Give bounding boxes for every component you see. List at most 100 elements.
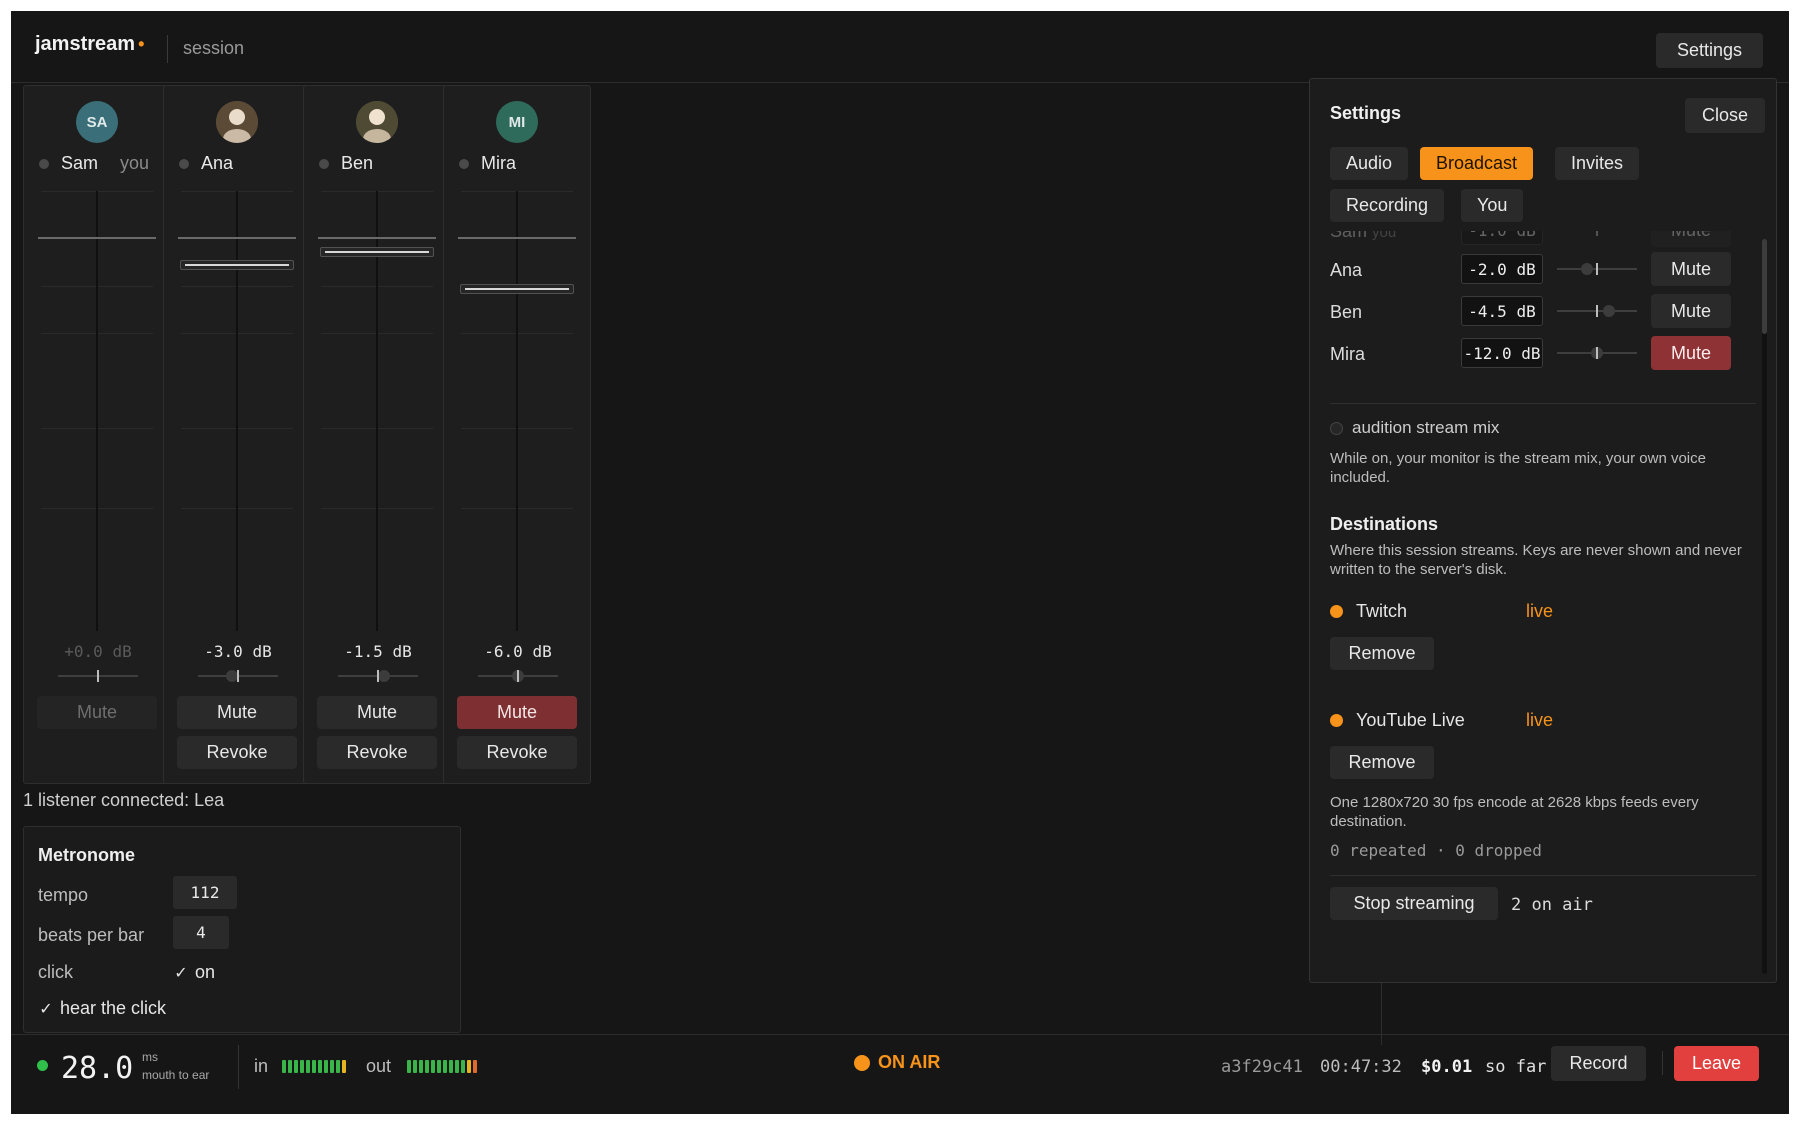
hear-click-label: hear the click	[60, 998, 167, 1018]
volume-fader[interactable]	[178, 191, 296, 631]
pan-slider[interactable]	[58, 670, 138, 682]
listener-status: 1 listener connected: Lea	[23, 790, 225, 810]
mute-button[interactable]: Mute	[457, 696, 577, 729]
remove-twitch-button[interactable]: Remove	[1330, 637, 1434, 670]
pan-slider[interactable]	[198, 670, 278, 682]
tab-broadcast[interactable]: Broadcast	[1420, 147, 1534, 180]
revoke-button[interactable]: Revoke	[317, 736, 437, 769]
revoke-button[interactable]: Revoke	[457, 736, 577, 769]
mix-mute-button[interactable]: Mute	[1651, 294, 1731, 328]
tab-recording[interactable]: Recording	[1330, 189, 1445, 222]
destination-name: YouTube Live	[1356, 710, 1465, 730]
mute-button[interactable]: Mute	[177, 696, 297, 729]
status-bar: 28.0 ms mouth to ear in out ON AIR a3f29…	[11, 1034, 1789, 1114]
mix-pan-slider[interactable]	[1557, 347, 1637, 359]
output-level-meter	[407, 1060, 477, 1073]
person-photo-icon	[216, 101, 258, 143]
mute-button[interactable]: Mute	[37, 696, 157, 729]
click-toggle[interactable]: ✓ on	[173, 962, 215, 983]
volume-fader[interactable]	[38, 191, 156, 631]
audition-label: audition stream mix	[1352, 418, 1500, 437]
mix-mute-button[interactable]: Mute	[1651, 252, 1731, 286]
footer-divider	[238, 1045, 239, 1089]
click-label: click	[38, 962, 73, 982]
divider	[1330, 875, 1756, 876]
remove-youtube-button[interactable]: Remove	[1330, 746, 1434, 779]
pan-slider[interactable]	[338, 670, 418, 682]
channel-db-value: -6.0 dB	[484, 642, 552, 661]
tab-audio[interactable]: Audio	[1330, 147, 1409, 180]
session-id: a3f29c41	[1221, 1057, 1303, 1077]
avatar: SA	[76, 101, 118, 143]
channel-name: Ana	[201, 153, 234, 173]
channel-name-row: Ben	[319, 153, 373, 174]
fader-handle[interactable]	[180, 259, 294, 270]
leave-button[interactable]: Leave	[1674, 1046, 1759, 1081]
volume-fader[interactable]	[318, 191, 436, 631]
fader-zero-mark	[38, 237, 156, 239]
latency-value: 28.0	[61, 1051, 134, 1086]
settings-button[interactable]: Settings	[1656, 33, 1763, 68]
stream-mix-row-ana: Ana -2.0 dB Mute	[1330, 252, 1740, 286]
avatar	[216, 101, 258, 143]
mix-db-input[interactable]: -1.0 dB	[1461, 231, 1543, 245]
mix-name: Sam you	[1330, 231, 1397, 241]
record-button[interactable]: Record	[1551, 1046, 1646, 1081]
fader-zero-mark	[178, 237, 296, 239]
tab-invites[interactable]: Invites	[1555, 147, 1640, 180]
elapsed-time: 00:47:32	[1320, 1057, 1402, 1077]
session-cost: $0.01	[1421, 1057, 1473, 1077]
status-dot	[459, 158, 469, 169]
live-status-dot	[1330, 714, 1343, 727]
channel-db-value: +0.0 dB	[64, 642, 132, 661]
volume-fader[interactable]	[458, 191, 576, 631]
metronome-panel: Metronome tempo 112 beats per bar 4 clic…	[23, 826, 461, 1033]
mix-mute-button[interactable]: Mute	[1651, 336, 1731, 370]
fader-zero-mark	[318, 237, 436, 239]
hear-click-checkbox[interactable]: ✓ hear the click	[38, 998, 166, 1019]
tempo-input[interactable]: 112	[173, 876, 237, 909]
mix-db-input[interactable]: -4.5 dB	[1461, 296, 1543, 326]
mix-pan-slider[interactable]	[1557, 231, 1637, 236]
settings-panel: Settings Close Audio Broadcast Invites R…	[1309, 78, 1777, 983]
fader-zero-mark	[458, 237, 576, 239]
mix-mute-button[interactable]: Mute	[1651, 231, 1731, 247]
destinations-title: Destinations	[1330, 514, 1439, 534]
destination-status: live	[1526, 601, 1554, 621]
close-button[interactable]: Close	[1685, 98, 1765, 133]
stream-stats: 0 repeated · 0 dropped	[1330, 841, 1542, 860]
channel-db-value: -3.0 dB	[204, 642, 272, 661]
metronome-title: Metronome	[38, 845, 136, 865]
settings-panel-title: Settings	[1330, 103, 1402, 123]
channel-name-row: Ana	[179, 153, 233, 174]
header-divider	[167, 35, 168, 63]
audition-stream-mix-toggle[interactable]: audition stream mix	[1330, 418, 1499, 438]
broadcast-scroll-area[interactable]: Sam you -1.0 dB Mute Ana -2.0 dB Mute Be…	[1310, 231, 1776, 982]
cost-suffix: so far	[1485, 1057, 1547, 1077]
pan-slider[interactable]	[478, 670, 558, 682]
mix-pan-slider[interactable]	[1557, 263, 1637, 275]
revoke-button[interactable]: Revoke	[177, 736, 297, 769]
beats-per-bar-input[interactable]: 4	[173, 916, 229, 949]
tab-you[interactable]: You	[1461, 189, 1524, 222]
fader-handle[interactable]	[460, 284, 574, 295]
fader-handle[interactable]	[320, 247, 434, 258]
radio-icon	[1330, 421, 1343, 435]
mix-pan-slider[interactable]	[1557, 305, 1637, 317]
latency-unit: ms	[142, 1050, 158, 1064]
input-meter-label: in	[254, 1056, 269, 1076]
mute-button[interactable]: Mute	[317, 696, 437, 729]
channel-name-row: Sam you	[39, 153, 149, 174]
mix-db-input[interactable]: -2.0 dB	[1461, 254, 1543, 284]
latency-description: mouth to ear	[142, 1068, 210, 1082]
panel-scrollbar[interactable]	[1762, 239, 1767, 974]
channel-db-value: -1.5 dB	[344, 642, 412, 661]
channel-strip-ana: Ana -3.0 dB Mute Revoke	[163, 85, 311, 784]
brand-dot: •	[138, 34, 145, 54]
click-value: on	[195, 962, 216, 982]
stop-streaming-button[interactable]: Stop streaming	[1330, 887, 1498, 920]
mix-db-input[interactable]: -12.0 dB	[1461, 338, 1543, 368]
live-status-dot	[1330, 605, 1343, 618]
checkmark-icon: ✓	[174, 964, 188, 982]
avatar	[356, 101, 398, 143]
